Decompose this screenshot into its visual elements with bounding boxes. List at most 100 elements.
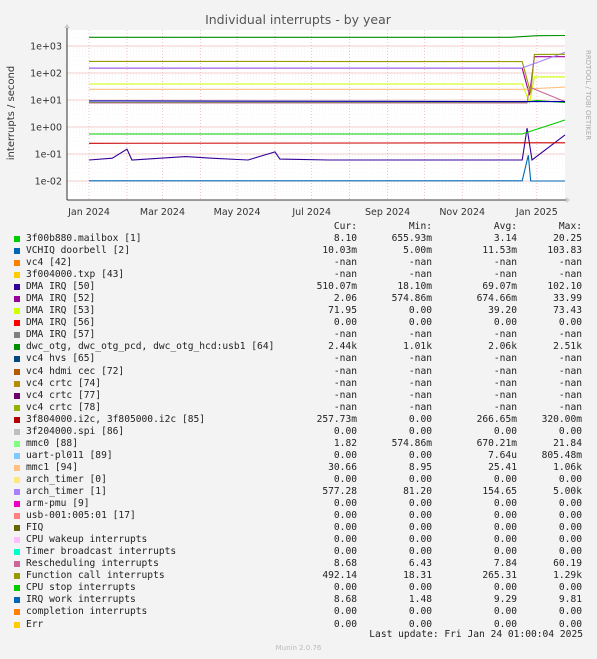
x-tick-label: Nov 2024 — [439, 207, 485, 218]
legend-max: 0.00 — [558, 317, 582, 329]
legend-avg: 2.06k — [488, 341, 517, 353]
x-tick-label: Mar 2024 — [140, 207, 185, 218]
legend-name: DMA IRQ [50] — [26, 281, 96, 293]
munin-version: Munin 2.0.76 — [275, 644, 322, 652]
legend-max: 1.29k — [553, 570, 582, 582]
y-tick-labels: 1e-02 1e-01 1e+00 1e+01 1e+02 1e+03 — [30, 42, 62, 188]
legend-cur: 257.73m — [316, 413, 357, 425]
legend-cur: 2.06 — [333, 293, 357, 305]
legend-max: 60.19 — [553, 558, 582, 570]
legend-name: 3f804000.i2c, 3f805000.i2c [85] — [26, 413, 206, 425]
x-tick-label: Sep 2024 — [365, 207, 410, 218]
legend-name: vc4 hvs [65] — [26, 353, 96, 365]
legend-row: vc4 crtc [74] -nan -nan -nan -nan — [14, 378, 589, 390]
legend-min: 18.31 — [403, 570, 432, 582]
legend-header-cur: Cur: — [333, 221, 357, 232]
legend-row: vc4 crtc [77] -nan -nan -nan -nan — [14, 390, 589, 402]
legend-cur: 0.00 — [333, 606, 357, 618]
x-tick-label: Jul 2024 — [291, 207, 331, 218]
legend-row: DMA IRQ [57] -nan -nan -nan -nan — [14, 329, 589, 341]
legend-row: mmc1 [94] 30.66 8.95 25.41 1.06k — [14, 462, 589, 474]
legend-cur: -nan — [333, 257, 357, 269]
legend-swatch — [14, 416, 20, 423]
legend-min: -nan — [408, 377, 432, 389]
y-axis-label: interrupts / second — [6, 66, 17, 160]
legend-name: arm-pmu [9] — [26, 498, 90, 510]
legend-cur: 577.28 — [322, 485, 357, 497]
legend-swatch — [14, 248, 20, 255]
legend-cur: 0.00 — [333, 618, 357, 630]
legend-name: CPU stop interrupts — [26, 582, 136, 594]
legend-min: 655.93m — [391, 233, 432, 244]
legend-avg: 9.29 — [493, 594, 517, 606]
y-tick-label: 1e+02 — [30, 69, 62, 80]
legend-name: usb-001:005:01 [17] — [26, 510, 136, 522]
legend-max: -nan — [558, 401, 582, 413]
legend-swatch — [14, 320, 20, 327]
legend-max: -nan — [558, 365, 582, 377]
legend-avg: -nan — [493, 365, 517, 377]
y-tick-label: 1e+01 — [30, 96, 62, 107]
legend-name: vc4 crtc [74] — [26, 377, 102, 389]
legend-cur: 0.00 — [333, 546, 357, 558]
legend-swatch — [14, 464, 20, 471]
legend-row: vc4 [42] -nan -nan -nan -nan — [14, 257, 589, 269]
legend-swatch — [14, 537, 20, 544]
legend-avg: 0.00 — [493, 317, 517, 329]
legend-row: arch_timer [0] 0.00 0.00 0.00 0.00 — [14, 474, 589, 486]
plot-area — [67, 30, 565, 200]
legend-swatch — [14, 513, 20, 520]
legend-swatch — [14, 549, 20, 556]
legend-row: uart-pl011 [89] 0.00 0.00 7.64u 805.48m — [14, 450, 589, 462]
legend-cur: -nan — [333, 353, 357, 365]
legend-avg: 0.00 — [493, 546, 517, 558]
legend-name: FIQ — [26, 522, 44, 534]
legend-swatch — [14, 332, 20, 339]
legend-cur: -nan — [333, 329, 357, 341]
y-tick-label: 1e-01 — [35, 150, 62, 161]
legend-cur: -nan — [333, 401, 357, 413]
legend-min: 5.00m — [403, 245, 432, 257]
legend-swatch — [14, 296, 20, 303]
legend-swatch — [14, 585, 20, 592]
legend-max: 0.00 — [558, 522, 582, 534]
legend-swatch — [14, 272, 20, 279]
legend-name: mmc1 [94] — [26, 461, 78, 473]
legend-name: CPU wakeup interrupts — [26, 534, 148, 546]
legend-max: 320.00m — [541, 413, 582, 425]
legend-avg: 11.53m — [482, 245, 517, 257]
legend-row: 3f804000.i2c, 3f805000.i2c [85] 257.73m 0.… — [14, 414, 589, 426]
legend-name: Err — [26, 618, 44, 630]
legend-max: 0.00 — [558, 534, 582, 546]
legend-swatch — [14, 308, 20, 315]
legend-min: -nan — [408, 269, 432, 281]
legend-swatch — [14, 380, 20, 387]
legend-avg: 3.14 — [493, 233, 517, 244]
legend-avg: 0.00 — [493, 425, 517, 437]
legend-swatch — [14, 488, 20, 495]
legend-cur: -nan — [333, 389, 357, 401]
legend-row: dwc_otg, dwc_otg_pcd, dwc_otg_hcd:usb1 [… — [14, 341, 589, 353]
legend-avg: 25.41 — [488, 461, 517, 473]
legend-cur: 0.00 — [333, 498, 357, 510]
legend-max: 20.25 — [553, 233, 582, 244]
legend-min: 18.10m — [397, 281, 432, 293]
legend-min: 0.00 — [408, 317, 432, 329]
legend-max: 102.10 — [547, 281, 582, 293]
legend-min: 574.86m — [391, 437, 432, 449]
legend-avg: 39.20 — [488, 305, 517, 317]
legend-avg: 0.00 — [493, 473, 517, 485]
legend-max: -nan — [558, 269, 582, 281]
legend-min: 0.00 — [408, 413, 432, 425]
legend-swatch — [14, 284, 20, 291]
legend-min: 1.48 — [408, 594, 432, 606]
legend-avg: 7.64u — [488, 449, 517, 461]
legend-swatch — [14, 428, 20, 435]
last-update: Last update: Fri Jan 24 01:00:04 2025 — [369, 629, 583, 640]
legend-max: 9.81 — [558, 594, 582, 606]
legend-max: -nan — [558, 353, 582, 365]
legend-min: -nan — [408, 401, 432, 413]
x-tick-label: May 2024 — [214, 207, 261, 218]
legend-name: DMA IRQ [53] — [26, 305, 96, 317]
legend-min: 0.00 — [408, 522, 432, 534]
